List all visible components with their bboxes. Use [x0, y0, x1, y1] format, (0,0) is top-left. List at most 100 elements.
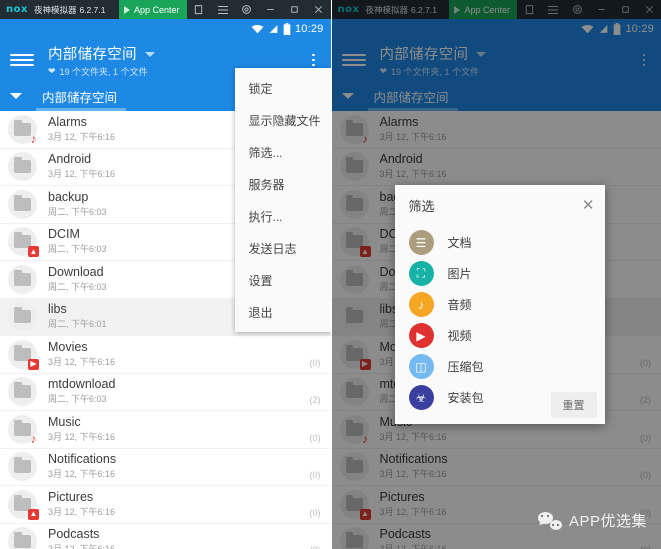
overflow-menu-item[interactable]: 发送日志: [235, 232, 331, 264]
overflow-menu-item[interactable]: 锁定: [235, 72, 331, 104]
video-badge-icon: ▶: [28, 358, 39, 370]
folder-icon: [8, 189, 37, 219]
filter-dialog: 筛选 ✕ ☰ 文档 ⛶ 图片 ♪ 音频 ▶ 视频 ◫ 压缩包 ☣ 安装包 重置: [394, 185, 605, 424]
app-center-label: App Center: [133, 4, 180, 15]
page-subtitle: 19 个文件夹, 1 个文件: [59, 66, 148, 77]
right-panel: nox 夜神模拟器 6.2.7.1 App Center 10:29 内部储存空…: [330, 0, 661, 549]
signal-icon: [268, 24, 279, 34]
play-icon: [123, 5, 130, 14]
filter-option[interactable]: ◫ 压缩包: [395, 351, 605, 382]
filter-option-label: 文档: [447, 236, 472, 250]
filter-option-label: 视频: [447, 329, 472, 343]
shirt-icon[interactable]: [187, 0, 211, 19]
watermark: APP优选集: [537, 510, 647, 531]
file-item-name: Notifications: [48, 452, 117, 467]
filter-option[interactable]: ▶ 视频: [395, 320, 605, 351]
close-icon[interactable]: ✕: [582, 198, 595, 213]
filter-option[interactable]: ⛶ 图片: [395, 258, 605, 289]
gear-icon[interactable]: [235, 0, 259, 19]
filter-option-label: 压缩包: [447, 360, 484, 374]
file-item-name: Podcasts: [48, 527, 100, 542]
video-icon: ▶: [408, 323, 434, 348]
document-icon: ☰: [408, 230, 434, 255]
file-item-meta: 3月 12, 下午6:16: [48, 543, 310, 549]
folder-icon: ▶: [8, 339, 39, 370]
file-item-meta: 3月 12, 下午6:16: [48, 431, 116, 442]
filter-option-label: 图片: [447, 267, 472, 281]
overflow-menu-item[interactable]: 设置: [235, 264, 331, 296]
file-list-item[interactable]: Notifications 3月 12, 下午6:16 (0): [0, 448, 331, 486]
file-item-name: Music: [48, 414, 81, 429]
emulator-version: 6.2.7.1: [79, 4, 106, 15]
music-badge-icon: ♪: [30, 432, 37, 447]
hamburger-menu-icon[interactable]: [10, 54, 34, 66]
status-time: 10:29: [294, 23, 324, 35]
overflow-menu-item[interactable]: 筛选...: [235, 136, 331, 168]
file-item-text: Podcasts3月 12, 下午6:16: [48, 527, 310, 549]
file-item-count: (0): [309, 432, 321, 443]
overflow-menu-item[interactable]: 服务器: [235, 168, 331, 200]
file-list-item[interactable]: ▲ Pictures 3月 12, 下午6:16 (0): [0, 486, 331, 524]
music-icon: ♪: [408, 292, 434, 317]
android-apk-icon: ☣: [408, 385, 434, 410]
overflow-menu-item[interactable]: 显示隐藏文件: [235, 104, 331, 136]
file-item-count: (0): [309, 357, 321, 368]
app-center-button[interactable]: App Center: [118, 0, 187, 19]
file-item-count: (0): [310, 545, 321, 549]
overflow-popup-menu[interactable]: 锁定 显示隐藏文件 筛选... 服务器 执行... 发送日志 设置 退出: [234, 68, 331, 332]
archive-icon: ◫: [408, 354, 434, 379]
wechat-icon: [537, 511, 562, 530]
filter-dialog-footer: 重置: [550, 392, 597, 418]
reset-button[interactable]: 重置: [550, 392, 597, 418]
filter-dialog-header: 筛选 ✕: [395, 185, 605, 225]
breadcrumb-chevron-down-icon[interactable]: [10, 93, 22, 99]
overflow-menu-button[interactable]: [303, 53, 325, 67]
filter-option-label: 音频: [447, 298, 472, 312]
menu-icon[interactable]: [211, 0, 235, 19]
overflow-menu-item[interactable]: 退出: [235, 296, 331, 328]
file-list-item[interactable]: Podcasts3月 12, 下午6:16(0): [0, 523, 331, 549]
file-list-item[interactable]: ♪ Music 3月 12, 下午6:16 (0): [0, 411, 331, 449]
filter-option-label: 安装包: [447, 391, 484, 405]
overflow-menu-item[interactable]: 执行...: [235, 200, 331, 232]
folder-icon: [8, 377, 37, 407]
file-item-meta: 周二, 下午6:03: [48, 394, 107, 405]
file-list-item[interactable]: mtdownload 周二, 下午6:03 (2): [0, 373, 331, 411]
music-badge-icon: ♪: [30, 132, 37, 147]
file-item-text: Notifications 3月 12, 下午6:16: [48, 452, 310, 481]
file-item-text: Movies 3月 12, 下午6:16: [48, 340, 310, 369]
filter-option-list[interactable]: ☰ 文档 ⛶ 图片 ♪ 音频 ▶ 视频 ◫ 压缩包 ☣ 安装包: [395, 225, 605, 413]
minimize-icon[interactable]: [259, 0, 283, 19]
folder-icon: ▲: [8, 227, 39, 258]
screenshot-stage: nox 夜神模拟器 6.2.7.1 App Center 10:29 内部储存空…: [0, 0, 661, 549]
filter-option[interactable]: ☰ 文档: [395, 227, 605, 258]
breadcrumb-active-indicator: [36, 108, 126, 111]
file-item-count: (0): [309, 507, 321, 518]
app-title-row[interactable]: 内部储存空间: [48, 43, 303, 64]
file-list-item[interactable]: ▶ Movies 3月 12, 下午6:16 (0): [0, 336, 331, 374]
image-badge-icon: ▲: [28, 246, 39, 258]
file-item-meta: 3月 12, 下午6:16: [48, 506, 116, 517]
heart-icon: ❤: [48, 65, 56, 76]
android-statusbar: 10:29: [0, 19, 331, 39]
file-item-count: (0): [309, 470, 321, 480]
emulator-titlebar: nox 夜神模拟器 6.2.7.1 App Center: [0, 0, 331, 19]
file-item-count: (2): [309, 395, 321, 405]
page-title: 内部储存空间: [48, 46, 137, 63]
folder-icon: [8, 527, 37, 549]
file-item-name: mtdownload: [48, 377, 116, 392]
close-icon[interactable]: [307, 0, 331, 19]
folder-icon: ▲: [8, 489, 39, 520]
image-icon: ⛶: [408, 261, 434, 286]
chevron-down-icon[interactable]: [144, 52, 155, 57]
file-item-text: Music 3月 12, 下午6:16: [48, 415, 310, 444]
filter-option[interactable]: ♪ 音频: [395, 289, 605, 320]
file-item-meta: 3月 12, 下午6:16: [48, 469, 116, 480]
nox-logo: nox: [6, 4, 28, 15]
folder-icon: [8, 302, 37, 332]
folder-icon: ♪: [8, 414, 37, 447]
folder-icon: [8, 264, 37, 294]
maximize-icon[interactable]: [283, 0, 307, 19]
wifi-icon: [251, 24, 264, 34]
left-panel: nox 夜神模拟器 6.2.7.1 App Center 10:29 内部储存空…: [0, 0, 331, 549]
